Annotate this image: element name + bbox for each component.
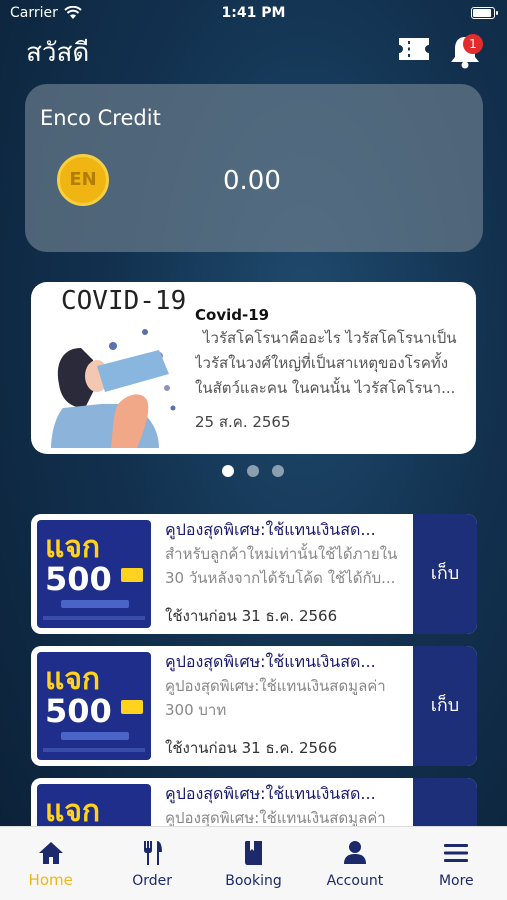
news-image-heading: COVID-19 — [61, 286, 187, 316]
news-date: 25 ส.ค. 2565 — [195, 413, 291, 431]
news-card[interactable]: COVID-19 Covid-19 ไวรัสโคโรนาคืออะไร ไวร… — [31, 282, 476, 454]
news-body: ไวรัสโคโรนาคืออะไร ไวรัสโคโรนาเป็นไวรัสใ… — [195, 329, 457, 397]
tab-account-label: Account — [326, 873, 384, 889]
battery-icon — [471, 7, 498, 19]
fork-knife-icon — [144, 841, 163, 865]
coupon-image-value: 500 — [45, 560, 112, 598]
tab-order[interactable]: Order — [101, 827, 202, 900]
home-icon — [38, 842, 63, 864]
notification-badge: 1 — [463, 34, 483, 54]
menu-icon — [444, 844, 469, 862]
tab-more-label: More — [438, 873, 474, 889]
tab-home[interactable]: Home — [0, 827, 101, 900]
status-time: 1:41 PM — [221, 5, 286, 21]
coupon-title: คูปองสุดพิเศษ:ใช้แทนเงินสด... — [165, 520, 376, 539]
tab-bar: Home Order Booking Account More — [0, 826, 507, 900]
coupon-title: คูปองสุดพิเศษ:ใช้แทนเงินสด... — [165, 784, 376, 803]
coupon-expiry: ใช้งานก่อน 31 ธ.ค. 2566 — [165, 607, 338, 625]
carousel-pagination[interactable] — [222, 465, 284, 477]
coupon-description: คูปองสุดพิเศษ:ใช้แทนเงินสดมูลค่า 300 บาท — [165, 677, 386, 719]
coupon-image: แจก 500 — [37, 520, 151, 628]
coupon-image-value: 500 — [45, 692, 112, 730]
person-icon — [343, 841, 366, 864]
coupon-image: แจก 500 — [37, 652, 151, 760]
greeting-title: สวัสดี — [26, 38, 90, 68]
credit-title: Enco Credit — [40, 106, 161, 130]
tab-booking-label: Booking — [225, 873, 282, 889]
coupon-expiry: ใช้งานก่อน 31 ธ.ค. 2566 — [165, 739, 338, 757]
collect-coupon-button[interactable]: เก็บ — [413, 514, 477, 634]
carousel-dot-1[interactable] — [222, 465, 234, 477]
tab-more[interactable]: More — [406, 827, 507, 900]
carousel-dot-2[interactable] — [247, 465, 259, 477]
coin-icon: EN — [57, 154, 109, 206]
coupon-description: สำหรับลูกค้าใหม่เท่านั้นใช้ได้ภายใน 30 ว… — [165, 545, 398, 587]
notification-button[interactable]: 1 — [447, 30, 485, 70]
coupon-card[interactable]: แจก 500 คูปองสุดพิเศษ:ใช้แทนเงินสด... คู… — [31, 646, 477, 766]
tab-booking[interactable]: Booking — [203, 827, 304, 900]
coupon-card[interactable]: แจก 500 คูปองสุดพิเศษ:ใช้แทนเงินสด... สำ… — [31, 514, 477, 634]
carousel-dot-3[interactable] — [272, 465, 284, 477]
news-title: Covid-19 — [195, 306, 270, 324]
book-icon — [244, 841, 262, 865]
credit-card[interactable]: Enco Credit EN 0.00 — [25, 84, 483, 252]
tab-order-label: Order — [132, 873, 172, 889]
tab-account[interactable]: Account — [304, 827, 405, 900]
coupon-title: คูปองสุดพิเศษ:ใช้แทนเงินสด... — [165, 652, 376, 671]
credit-amount: 0.00 — [223, 166, 281, 196]
tab-home-label: Home — [28, 871, 73, 889]
status-bar: Carrier 1:41 PM — [0, 0, 507, 28]
ticket-icon[interactable] — [397, 36, 431, 62]
collect-coupon-button[interactable]: เก็บ — [413, 646, 477, 766]
